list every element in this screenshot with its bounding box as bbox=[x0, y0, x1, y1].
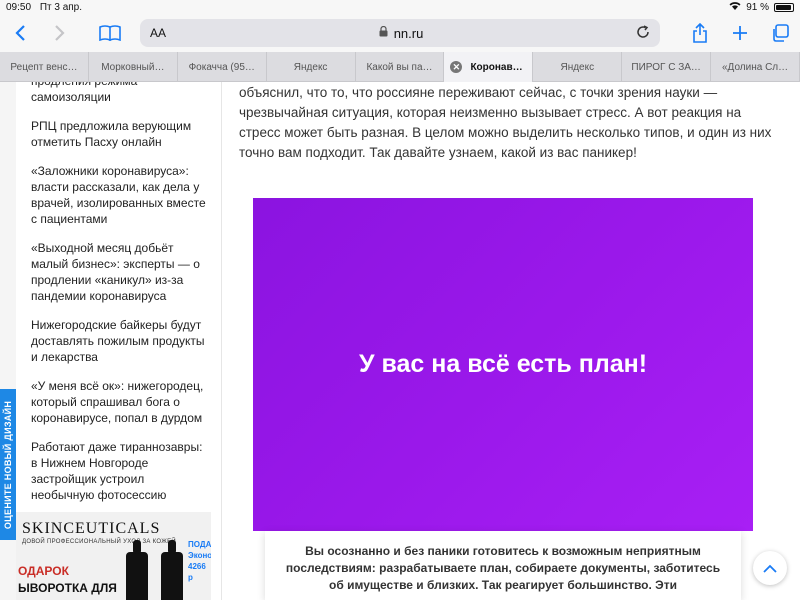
tab-label: Коронав… bbox=[470, 61, 523, 73]
plus-icon bbox=[733, 26, 747, 40]
tab-label: ПИРОГ С ЗА… bbox=[631, 61, 701, 73]
ad-brand: SKINCEUTICALS bbox=[22, 520, 161, 537]
text-size-button[interactable]: AA bbox=[150, 26, 166, 40]
address-bar[interactable]: AA nn.ru bbox=[140, 19, 660, 47]
article-intro: объяснил, что то, что россияне переживаю… bbox=[239, 85, 772, 160]
browser-toolbar: AA nn.ru bbox=[0, 14, 800, 52]
feedback-label: ОЦЕНИТЕ НОВЫЙ ДИЗАЙН bbox=[3, 400, 14, 529]
tab-label: Яндекс bbox=[560, 61, 595, 73]
tab-yandex-2[interactable]: Яндекс bbox=[533, 52, 623, 82]
book-icon bbox=[99, 25, 121, 41]
status-bar: 09:50 Пт 3 апр. 91 % bbox=[0, 0, 800, 14]
tab-label: Морковный… bbox=[101, 61, 165, 73]
ad-subtitle: ДОВОЙ ПРОФЕССИОНАЛЬНЫЙ УХОД ЗА КОЖЕЙ bbox=[22, 539, 176, 545]
tab-label: Яндекс bbox=[293, 61, 328, 73]
news-item[interactable]: Работают даже тираннозавры: в Нижнем Нов… bbox=[31, 439, 207, 503]
tab-focaccia[interactable]: Фокачча (95… bbox=[178, 52, 267, 82]
chevron-left-icon bbox=[15, 25, 25, 41]
tabs-icon bbox=[773, 24, 789, 42]
feedback-tab[interactable]: ОЦЕНИТЕ НОВЫЙ ДИЗАЙН bbox=[0, 389, 16, 540]
close-icon[interactable]: ✕ bbox=[450, 61, 463, 73]
page-content: продления режима самоизоляции РПЦ предло… bbox=[0, 82, 800, 600]
url-display[interactable]: nn.ru bbox=[379, 25, 424, 41]
news-item[interactable]: Нижегородские байкеры будут доставлять п… bbox=[31, 317, 207, 365]
tab-pie[interactable]: ПИРОГ С ЗА… bbox=[622, 52, 712, 82]
toolbar-right bbox=[680, 14, 800, 52]
battery-label: 91 % bbox=[746, 1, 769, 13]
quiz-result-title: У вас на всё есть план! bbox=[358, 350, 648, 378]
tab-label: Какой вы па… bbox=[366, 61, 433, 73]
tab-label: Фокачча (95… bbox=[188, 61, 255, 73]
news-item[interactable]: «Выходной месяц добьёт малый бизнес»: эк… bbox=[31, 240, 207, 304]
ad-side: ПОДА Эконо 4266 р bbox=[188, 539, 211, 583]
tab-strip: Рецепт венс… Морковный… Фокачча (95… Янд… bbox=[0, 52, 800, 82]
ad-side-line: ПОДА bbox=[188, 540, 211, 549]
tab-yandex[interactable]: Яндекс bbox=[267, 52, 356, 82]
tab-valley[interactable]: «Долина Сл… bbox=[711, 52, 800, 82]
tab-recipe[interactable]: Рецепт венс… bbox=[0, 52, 89, 82]
status-date: Пт 3 апр. bbox=[39, 1, 83, 13]
quiz-result-description: Вы осознанно и без паники готовитесь к в… bbox=[265, 531, 741, 600]
chevron-right-icon bbox=[55, 25, 65, 41]
lock-icon bbox=[379, 25, 388, 40]
tab-coronavirus[interactable]: ✕ Коронав… bbox=[444, 52, 534, 82]
status-right: 91 % bbox=[729, 1, 794, 13]
reload-icon[interactable] bbox=[636, 24, 650, 42]
new-tab-button[interactable] bbox=[720, 14, 760, 52]
share-icon bbox=[693, 23, 707, 43]
article: объяснил, что то, что россияне переживаю… bbox=[222, 82, 800, 600]
share-button[interactable] bbox=[680, 14, 720, 52]
bottle-image bbox=[126, 540, 148, 600]
ad-side-line: Эконо bbox=[188, 551, 211, 560]
result-text: Вы осознанно и без паники готовитесь к в… bbox=[285, 544, 721, 592]
skinceuticals-ad[interactable]: SKINCEUTICALS ДОВОЙ ПРОФЕССИОНАЛЬНЫЙ УХО… bbox=[16, 512, 211, 600]
tabs-button[interactable] bbox=[760, 14, 800, 52]
news-sidebar: продления режима самоизоляции РПЦ предло… bbox=[16, 82, 222, 600]
forward-button[interactable] bbox=[40, 14, 80, 52]
scroll-to-top-button[interactable] bbox=[753, 551, 787, 585]
chevron-up-icon bbox=[763, 564, 777, 573]
ad-product: ЫВОРОТКА ДЛЯ bbox=[18, 581, 117, 595]
status-time: 09:50 bbox=[6, 1, 32, 13]
bottle-image bbox=[161, 540, 183, 600]
news-list: продления режима самоизоляции РПЦ предло… bbox=[16, 82, 221, 503]
news-item[interactable]: продления режима самоизоляции bbox=[31, 82, 207, 105]
bookmarks-button[interactable] bbox=[90, 14, 130, 52]
tab-carrot[interactable]: Морковный… bbox=[89, 52, 178, 82]
news-item[interactable]: «У меня всё ок»: нижегородец, который сп… bbox=[31, 378, 207, 426]
ad-gift: ОДАРОК bbox=[18, 564, 69, 578]
wifi-icon bbox=[729, 1, 741, 13]
ad-side-line: 4266 р bbox=[188, 562, 206, 582]
news-item[interactable]: РПЦ предложила верующим отметить Пасху о… bbox=[31, 118, 207, 150]
status-left: 09:50 Пт 3 апр. bbox=[6, 2, 88, 13]
tab-panic-quiz[interactable]: Какой вы па… bbox=[356, 52, 445, 82]
tab-label: Рецепт венс… bbox=[10, 61, 78, 73]
battery-icon bbox=[774, 2, 794, 12]
back-button[interactable] bbox=[0, 14, 40, 52]
news-item[interactable]: «Заложники коронавируса»: власти рассказ… bbox=[31, 163, 207, 227]
url-text: nn.ru bbox=[393, 25, 424, 41]
tab-label: «Долина Сл… bbox=[722, 61, 789, 73]
quiz-result-card: У вас на всё есть план! bbox=[253, 198, 753, 531]
